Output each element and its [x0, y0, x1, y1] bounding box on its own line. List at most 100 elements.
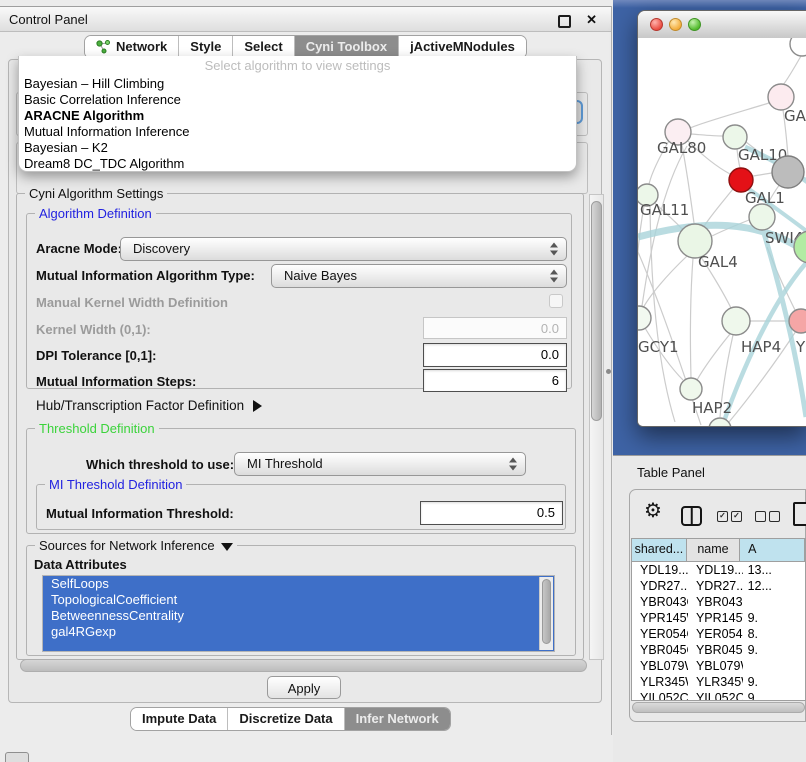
dpi-tolerance-input[interactable]: 0.0 [423, 343, 567, 367]
checked-checkbox-icon[interactable]: ✓ [731, 511, 742, 522]
unchecked-checkbox-icon[interactable] [769, 511, 780, 522]
tab-select[interactable]: Select [232, 36, 293, 58]
float-window-icon[interactable] [558, 15, 571, 28]
group-title: Cyni Algorithm Settings [25, 186, 167, 201]
cell: YER054C [632, 626, 688, 642]
network-node[interactable] [772, 156, 804, 188]
kernel-width-input[interactable]: 0.0 [423, 317, 567, 339]
tab-impute-data[interactable]: Impute Data [131, 708, 227, 730]
cell [743, 658, 805, 674]
zoom-window-icon[interactable] [688, 18, 701, 31]
table-horizontal-scrollbar[interactable] [632, 702, 805, 713]
network-node[interactable] [789, 309, 806, 333]
stepper-arrows-icon [509, 458, 517, 471]
list-item[interactable]: TopologicalCoefficient [43, 592, 554, 608]
network-node[interactable] [680, 378, 702, 400]
network-node-label: GAL80 [657, 139, 706, 157]
dropdown-item-selected[interactable]: ARACNE Algorithm [19, 108, 576, 124]
group-title: MI Threshold Definition [45, 477, 186, 492]
algorithm-dropdown-popup: Select algorithm to view settings Bayesi… [18, 56, 577, 172]
table-row[interactable]: YBR043CYBR043C [632, 594, 805, 610]
tab-jactivemnodules[interactable]: jActiveMNodules [398, 36, 526, 58]
table-row[interactable]: YBL079WYBL079W [632, 658, 805, 674]
mi-threshold-input[interactable]: 0.5 [420, 501, 563, 525]
column-header[interactable]: A [740, 539, 805, 561]
split-pane-handle[interactable] [606, 369, 611, 374]
cell: YDR27... [688, 578, 743, 594]
mi-steps-input[interactable]: 6 [423, 369, 567, 392]
tab-label: Cyni Toolbox [306, 36, 387, 58]
network-node[interactable] [709, 418, 731, 427]
cell: YBL079W [632, 658, 688, 674]
cell: YPR145W [688, 610, 743, 626]
tab-infer-network[interactable]: Infer Network [344, 708, 450, 730]
gear-icon[interactable]: ⚙ [644, 500, 662, 522]
network-node[interactable] [638, 306, 651, 330]
tab-discretize-data[interactable]: Discretize Data [227, 708, 343, 730]
hub-definition-expander[interactable]: Hub/Transcription Factor Definition [36, 398, 262, 413]
selected-value: MI Threshold [247, 456, 323, 471]
apply-button[interactable]: Apply [267, 676, 341, 699]
cell: YLR345W [632, 674, 688, 690]
minimized-panel-chip[interactable] [5, 752, 29, 762]
table-row[interactable]: YBR045CYBR045C9. [632, 642, 805, 658]
checked-checkbox-icon[interactable]: ✓ [717, 511, 728, 522]
split-view-icon[interactable] [681, 506, 702, 526]
cell: YBR045C [632, 642, 688, 658]
table-row[interactable]: YPR145WYPR145W9. [632, 610, 805, 626]
table-row[interactable]: YER054CYER054C8. [632, 626, 805, 642]
table-row[interactable]: YDL19...YDL19...13... [632, 562, 805, 578]
table-panel-title: Table Panel [637, 465, 705, 480]
dropdown-item[interactable]: Mutual Information Inference [19, 124, 576, 140]
network-canvas[interactable]: GALGAL80GAL10GAL1GAL11SWI4GAL4GCY1HAP4YH… [638, 38, 806, 426]
dropdown-item[interactable]: Bayesian – Hill Climbing [19, 76, 576, 92]
dropdown-item[interactable]: Bayesian – K2 [19, 140, 576, 156]
cell: YBL079W [688, 658, 743, 674]
network-node[interactable] [722, 307, 750, 335]
tab-style[interactable]: Style [178, 36, 232, 58]
minimize-window-icon[interactable] [669, 18, 682, 31]
dropdown-item[interactable]: Dream8 DC_TDC Algorithm [19, 156, 576, 172]
mi-algorithm-type-select[interactable]: Naive Bayes [271, 264, 567, 288]
sources-collapser[interactable]: Sources for Network Inference [35, 538, 237, 553]
close-icon[interactable]: ✕ [586, 12, 597, 28]
list-item[interactable]: BetweennessCentrality [43, 608, 554, 624]
cell: 8. [743, 626, 805, 642]
close-window-icon[interactable] [650, 18, 663, 31]
scrollbar-thumb[interactable] [591, 201, 602, 421]
tab-label: Network [116, 36, 167, 58]
manual-kernel-width-checkbox[interactable] [549, 294, 563, 308]
table-row[interactable]: YLR345WYLR345W9. [632, 674, 805, 690]
cell: YBR043C [688, 594, 743, 610]
tab-label: Infer Network [356, 708, 439, 730]
dropdown-prompt: Select algorithm to view settings [19, 56, 576, 76]
dropdown-item[interactable]: Basic Correlation Inference [19, 92, 576, 108]
table-row[interactable]: YDR27...YDR27...12... [632, 578, 805, 594]
network-window-titlebar[interactable] [638, 11, 806, 39]
network-node[interactable] [749, 204, 775, 230]
cyni-bottom-tab-bar: Impute Data Discretize Data Infer Networ… [130, 707, 451, 731]
mi-type-label: Mutual Information Algorithm Type: [36, 268, 255, 283]
tab-cyni-toolbox[interactable]: Cyni Toolbox [294, 36, 398, 58]
which-threshold-select[interactable]: MI Threshold [234, 452, 526, 476]
network-node[interactable] [790, 38, 806, 56]
tab-network[interactable]: Network [85, 36, 178, 58]
column-header[interactable]: shared... [632, 539, 687, 561]
table-row[interactable]: YIL052CYIL052C9. [632, 690, 805, 701]
cell: YDL19... [632, 562, 688, 578]
list-item[interactable]: gal4RGexp [43, 624, 554, 640]
settings-horizontal-scrollbar[interactable] [20, 659, 587, 672]
network-graph: GALGAL80GAL10GAL1GAL11SWI4GAL4GCY1HAP4YH… [638, 38, 806, 427]
column-header[interactable]: name [687, 539, 740, 561]
tab-label: Impute Data [142, 708, 216, 730]
settings-vertical-scrollbar[interactable] [589, 194, 604, 660]
list-item-partial[interactable] [43, 640, 554, 652]
document-icon[interactable] [793, 502, 806, 526]
attributes-list-scrollbar[interactable] [539, 577, 553, 650]
aracne-mode-select[interactable]: Discovery [120, 237, 567, 261]
tab-label: Select [244, 36, 282, 58]
list-item[interactable]: SelfLoops [43, 576, 554, 592]
scrollbar-thumb[interactable] [542, 579, 551, 644]
unchecked-checkbox-icon[interactable] [755, 511, 766, 522]
mi-threshold-label: Mutual Information Threshold: [46, 506, 234, 521]
